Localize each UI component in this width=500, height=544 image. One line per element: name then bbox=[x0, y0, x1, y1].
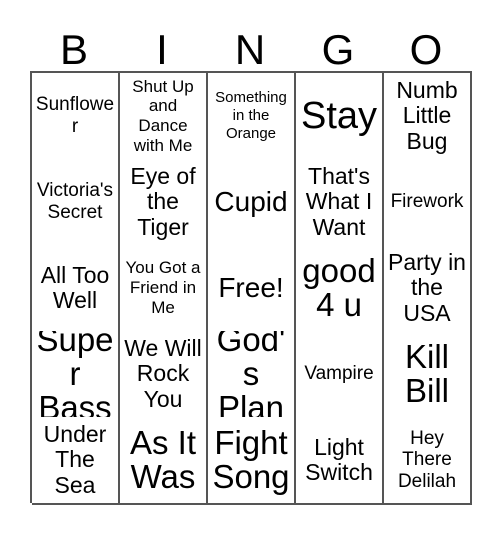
bingo-cell-label: good 4 u bbox=[302, 251, 376, 323]
bingo-cell[interactable]: Hey There Delilah bbox=[384, 417, 472, 505]
bingo-cell[interactable]: Stay bbox=[296, 73, 384, 161]
bingo-header-letter-o: O bbox=[409, 26, 443, 73]
bingo-cell[interactable]: Shut Up and Dance with Me bbox=[120, 73, 208, 161]
bingo-cell-label: Free! bbox=[218, 272, 284, 304]
bingo-cell-label: Victoria's Secret bbox=[36, 180, 114, 223]
bingo-cell-label: Super Bass bbox=[36, 331, 114, 419]
bingo-cell[interactable]: You Got a Friend in Me bbox=[120, 245, 208, 333]
bingo-row: Super Bass We Will Rock You God's Plan V… bbox=[32, 331, 472, 419]
bingo-cell[interactable]: All Too Well bbox=[32, 245, 120, 333]
bingo-cell-free[interactable]: Free! bbox=[208, 245, 296, 333]
bingo-cell[interactable]: Under The Sea bbox=[32, 417, 120, 505]
bingo-cell-label: Party in the USA bbox=[388, 249, 466, 326]
bingo-cell-label: Shut Up and Dance with Me bbox=[132, 76, 194, 155]
bingo-cell[interactable]: Light Switch bbox=[296, 417, 384, 505]
bingo-cell-label: You Got a Friend in Me bbox=[125, 258, 201, 317]
bingo-cell[interactable]: Party in the USA bbox=[384, 245, 472, 333]
bingo-cell-label: Sunflower bbox=[35, 94, 115, 137]
bingo-cell-label: Kill Bill bbox=[404, 337, 449, 409]
bingo-cell-label: We Will Rock You bbox=[124, 335, 202, 412]
bingo-cell-label: Firework bbox=[390, 191, 464, 213]
bingo-cell-label: That's What I Want bbox=[305, 163, 373, 240]
bingo-row: All Too Well You Got a Friend in Me Free… bbox=[32, 245, 472, 333]
bingo-cell[interactable]: Cupid bbox=[208, 159, 296, 247]
bingo-cell[interactable]: Vampire bbox=[296, 331, 384, 419]
bingo-cell-label: Light Switch bbox=[305, 433, 373, 485]
bingo-cell-label: Eye of the Tiger bbox=[130, 163, 196, 240]
bingo-cell[interactable]: That's What I Want bbox=[296, 159, 384, 247]
bingo-row: Sunflower Shut Up and Dance with Me Some… bbox=[32, 73, 472, 161]
bingo-cell[interactable]: Kill Bill bbox=[384, 331, 472, 419]
bingo-cell[interactable]: We Will Rock You bbox=[120, 331, 208, 419]
bingo-cell[interactable]: Something in the Orange bbox=[208, 73, 296, 161]
bingo-cell-label: All Too Well bbox=[40, 261, 110, 313]
bingo-row: Under The Sea As It Was Fight Song Light… bbox=[32, 417, 472, 505]
bingo-cell[interactable]: Firework bbox=[384, 159, 472, 247]
bingo-cell-label: Stay bbox=[300, 94, 378, 137]
bingo-header: B I N G O bbox=[30, 14, 470, 71]
bingo-cell[interactable]: As It Was bbox=[120, 417, 208, 505]
bingo-header-letter-i: I bbox=[156, 26, 168, 73]
bingo-header-letter-b: B bbox=[59, 26, 88, 73]
bingo-cell-label: Hey There Delilah bbox=[397, 427, 457, 492]
bingo-cell-label: Numb Little Bug bbox=[396, 77, 458, 154]
bingo-cell[interactable]: Numb Little Bug bbox=[384, 73, 472, 161]
bingo-cell[interactable]: Eye of the Tiger bbox=[120, 159, 208, 247]
bingo-cell[interactable]: Fight Song bbox=[208, 417, 296, 505]
bingo-cell[interactable]: good 4 u bbox=[296, 245, 384, 333]
bingo-card: B I N G O Sunflower Shut Up and Dance wi… bbox=[30, 14, 472, 505]
bingo-row: Victoria's Secret Eye of the Tiger Cupid… bbox=[32, 159, 472, 247]
bingo-cell-label: As It Was bbox=[129, 423, 197, 495]
bingo-cell-label: Something in the Orange bbox=[215, 89, 287, 142]
bingo-header-letter-n: N bbox=[234, 26, 266, 73]
bingo-cell-label: Under The Sea bbox=[43, 421, 107, 498]
bingo-cell[interactable]: Victoria's Secret bbox=[32, 159, 120, 247]
bingo-cell-label: Fight Song bbox=[212, 423, 290, 495]
bingo-cell[interactable]: God's Plan bbox=[208, 331, 296, 419]
bingo-cell[interactable]: Sunflower bbox=[32, 73, 120, 161]
bingo-header-letter-g: G bbox=[321, 26, 355, 73]
bingo-grid: Sunflower Shut Up and Dance with Me Some… bbox=[30, 71, 472, 505]
bingo-cell-label: God's Plan bbox=[216, 331, 286, 419]
bingo-cell-label: Cupid bbox=[214, 186, 288, 218]
bingo-cell[interactable]: Super Bass bbox=[32, 331, 120, 419]
bingo-cell-label: Vampire bbox=[304, 363, 374, 385]
